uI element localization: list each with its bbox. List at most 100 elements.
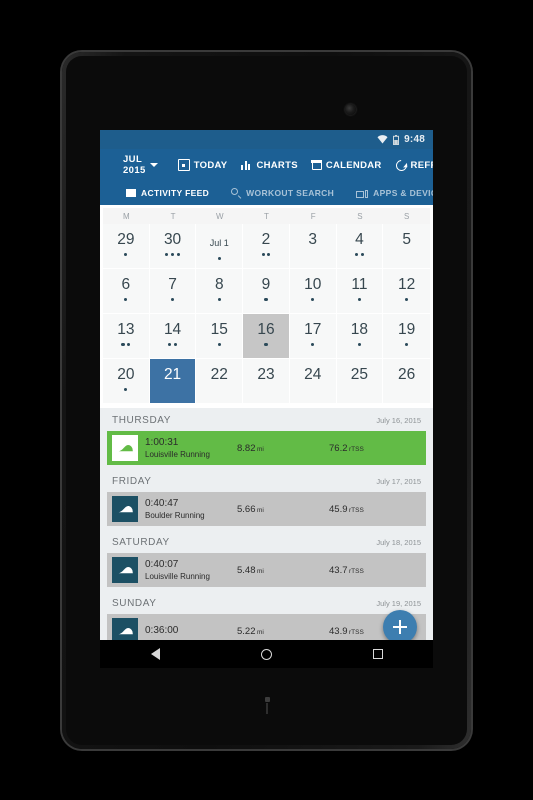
calendar-day-cell[interactable]: 17 (289, 314, 337, 359)
activity-row[interactable]: 1:00:31 Louisville Running 8.82 mi 76.2 rTSS (107, 431, 426, 465)
activity-dot (354, 252, 359, 257)
calendar-day-cell[interactable]: 11 (336, 269, 384, 314)
calendar-day-cell[interactable]: 18 (336, 314, 384, 359)
activity-dot (217, 342, 221, 347)
calendar-day-number: 17 (304, 321, 322, 338)
calendar-day-cell[interactable]: 4 (336, 224, 384, 269)
calendar-day-activity-dots (170, 297, 175, 302)
activity-distance-unit: mi (257, 567, 264, 575)
calendar-day-activity-dots (311, 297, 315, 302)
activity-dot (217, 256, 221, 261)
calendar-day-cell[interactable]: 29 (103, 224, 150, 269)
activity-tss-unit: rTSS (349, 567, 364, 575)
calendar-button[interactable]: CALENDAR (311, 159, 382, 171)
app-bar: JUL 2015 TODAY CHARTS CALENDAR REFRESH (100, 149, 433, 181)
calendar-day-cell[interactable]: 19 (383, 314, 430, 359)
calendar-day-cell[interactable]: 22 (196, 359, 244, 404)
add-activity-fab[interactable] (383, 610, 417, 644)
calendar-day-cell[interactable]: 3 (289, 224, 337, 269)
charts-button[interactable]: CHARTS (241, 160, 298, 171)
calendar-day-number: 10 (304, 276, 322, 293)
calendar-day-cell[interactable]: 24 (289, 359, 337, 404)
feed-day-date: July 16, 2015 (376, 416, 421, 425)
calendar-day-cell[interactable]: 20 (103, 359, 150, 404)
calendar-day-number: 14 (163, 321, 182, 338)
home-circle-icon[interactable] (260, 648, 272, 660)
day-header-thu: T (264, 212, 269, 221)
activity-dot (124, 252, 128, 257)
calendar-day-cell[interactable]: 14 (149, 314, 197, 359)
calendar-day-cell[interactable]: 10 (289, 269, 337, 314)
activity-dot (267, 252, 271, 257)
calendar-day-cell[interactable]: 16 (243, 314, 290, 359)
calendar-day-activity-dots (261, 252, 271, 257)
calendar-day-activity-dots (264, 297, 268, 302)
back-triangle-icon[interactable] (150, 648, 160, 660)
refresh-button[interactable]: REFRESH (393, 157, 433, 173)
calendar-day-activity-dots (124, 252, 128, 257)
calendar-day-activity-dots (217, 256, 221, 261)
search-icon (231, 188, 241, 198)
calendar-day-number: 5 (402, 231, 411, 248)
calendar-day-number: 13 (117, 321, 135, 338)
calendar-day-number: 18 (350, 321, 369, 338)
battery-icon (393, 134, 400, 145)
calendar-day-cell[interactable]: 7 (149, 269, 197, 314)
activity-name: Louisville Running (145, 571, 210, 581)
calendar-day-cell[interactable]: 5 (383, 224, 430, 269)
activity-distance: 8.82 mi (237, 443, 329, 454)
calendar-day-headers: M T W T F S S (103, 208, 430, 224)
tab-activity-feed[interactable]: ACTIVITY FEED (126, 188, 209, 198)
activity-tss-value: 43.7 (329, 564, 348, 576)
activity-tss-unit: rTSS (349, 445, 364, 453)
calendar-day-activity-dots (264, 342, 268, 347)
activity-dot (124, 297, 128, 302)
calendar-day-cell[interactable]: 12 (383, 269, 430, 314)
activity-dot (170, 252, 175, 257)
calendar-day-cell[interactable]: 13 (103, 314, 150, 359)
activity-row[interactable]: 0:40:07 Louisville Running 5.48 mi 43.7 rTSS (107, 553, 426, 587)
day-header-mon: M (123, 212, 130, 221)
calendar-day-activity-dots (124, 387, 128, 392)
calendar-day-cell[interactable]: 2 (243, 224, 290, 269)
calendar-day-cell[interactable]: 15 (196, 314, 244, 359)
calendar-day-cell[interactable]: 30 (149, 224, 197, 269)
calendar-day-activity-dots (354, 252, 364, 257)
activity-duration: 0:40:47 (145, 497, 179, 509)
feed-day-date: July 19, 2015 (376, 599, 421, 608)
calendar-day-cell[interactable]: 9 (243, 269, 290, 314)
calendar-day-cell[interactable]: 8 (196, 269, 244, 314)
calendar-day-number: 20 (117, 366, 135, 383)
calendar-day-cell[interactable]: 6 (103, 269, 150, 314)
activity-main: 0:40:07 Louisville Running (145, 559, 237, 582)
today-button[interactable]: TODAY (177, 159, 228, 171)
activity-tss-value: 76.2 (329, 442, 348, 454)
calendar-day-cell[interactable]: 25 (336, 359, 384, 404)
activity-main: 1:00:31 Louisville Running (145, 437, 237, 460)
calendar-day-cell[interactable]: 21 (149, 359, 197, 404)
calendar-day-number: 3 (308, 231, 318, 248)
calendar-day-activity-dots (121, 342, 131, 347)
day-header-sun: S (403, 212, 410, 221)
tab-workout-search[interactable]: WORKOUT SEARCH (231, 188, 334, 198)
calendar-day-cell[interactable]: 23 (243, 359, 290, 404)
calendar-day-cell[interactable]: Jul 1 (196, 224, 244, 269)
calendar-day-activity-dots (311, 342, 315, 347)
feed-day-date: July 17, 2015 (376, 477, 421, 486)
calendar-day-activity-dots (217, 342, 221, 347)
month-selector[interactable]: JUL 2015 (123, 154, 158, 176)
activity-feed: THURSDAY July 16, 2015 1:00:31 Louisville R… (100, 408, 433, 652)
calendar-day-cell[interactable]: 26 (383, 359, 430, 404)
day-header-fri: F (310, 212, 316, 221)
activity-tss: 43.7 rTSS (329, 565, 364, 576)
activity-distance-value: 5.22 (237, 625, 256, 637)
activity-dot (165, 252, 169, 257)
calendar-day-activity-dots (217, 297, 221, 302)
wifi-icon (377, 135, 388, 144)
calendar-day-number: 6 (121, 276, 131, 293)
recents-square-icon[interactable] (372, 649, 383, 659)
calendar-day-activity-dots (124, 297, 128, 302)
activity-row[interactable]: 0:40:47 Boulder Running 5.66 mi 45.9 rTSS (107, 492, 426, 526)
running-shoe-icon (112, 557, 138, 583)
tab-apps-devices[interactable]: APPS & DEVICES (356, 188, 433, 198)
